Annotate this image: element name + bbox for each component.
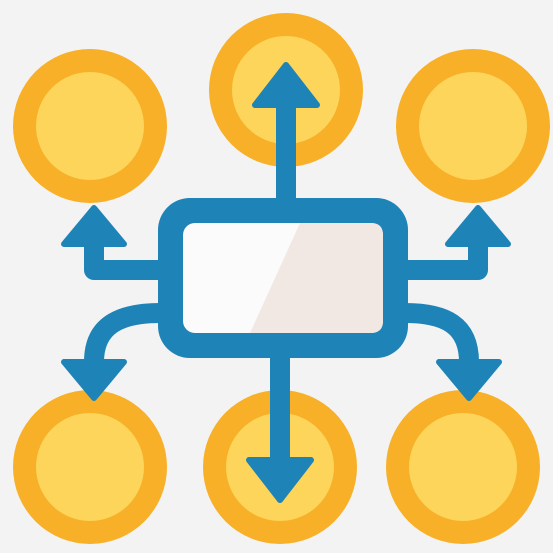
node-bottom-left-fill [36,413,144,521]
central-screen [158,198,408,358]
connector-bottom-right [395,303,479,372]
node-top-left [13,49,167,203]
node-bottom-left [13,390,167,544]
node-top-right-fill [419,72,527,180]
arrow-up-left-icon [61,205,127,247]
distribution-network-icon [13,13,550,544]
node-bottom-right-fill [409,413,517,521]
node-bottom-right [386,390,540,544]
node-top-right [396,49,550,203]
node-top-left-fill [36,72,144,180]
icon-canvas [0,0,553,553]
arrow-up-right-icon [445,205,511,247]
connector-bottom-left [84,303,170,372]
